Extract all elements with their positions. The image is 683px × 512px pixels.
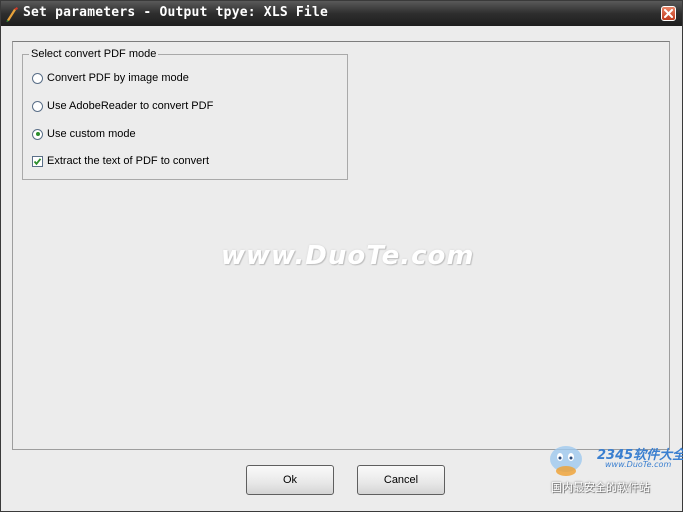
title-bar[interactable]: Set parameters - Output tpye: XLS File: [1, 1, 682, 26]
radio-custom-mode[interactable]: [32, 128, 43, 140]
option-label: Convert PDF by image mode: [47, 72, 189, 84]
radio-image-mode[interactable]: [32, 72, 43, 84]
option-custom-mode[interactable]: Use custom mode: [32, 127, 136, 141]
option-adobereader-mode[interactable]: Use AdobeReader to convert PDF: [32, 99, 213, 113]
option-label: Use AdobeReader to convert PDF: [47, 100, 214, 112]
option-extract-text[interactable]: Extract the text of PDF to convert: [32, 154, 209, 168]
dialog-window: Set parameters - Output tpye: XLS File S…: [0, 0, 683, 512]
convert-mode-groupbox: Select convert PDF mode Convert PDF by i…: [22, 48, 348, 180]
logo-url: www.DuoTe.com: [605, 460, 672, 469]
cancel-button[interactable]: Cancel: [357, 465, 445, 495]
groupbox-legend: Select convert PDF mode: [29, 48, 159, 60]
logo-tagline: 国内最安全的软件站: [551, 481, 650, 494]
close-button[interactable]: [661, 6, 676, 21]
app-icon: [5, 6, 21, 22]
option-label: Extract the text of PDF to convert: [47, 155, 210, 167]
ok-button[interactable]: Ok: [246, 465, 334, 495]
center-watermark: www.DuoTe.com: [221, 241, 475, 271]
close-icon: [664, 9, 673, 18]
option-label: Use custom mode: [47, 128, 136, 140]
checkmark-icon: [33, 157, 42, 165]
radio-adobereader-mode[interactable]: [32, 100, 43, 112]
option-image-mode[interactable]: Convert PDF by image mode: [32, 71, 189, 85]
window-title: Set parameters - Output tpye: XLS File: [23, 5, 329, 20]
checkbox-extract-text[interactable]: [32, 155, 43, 167]
